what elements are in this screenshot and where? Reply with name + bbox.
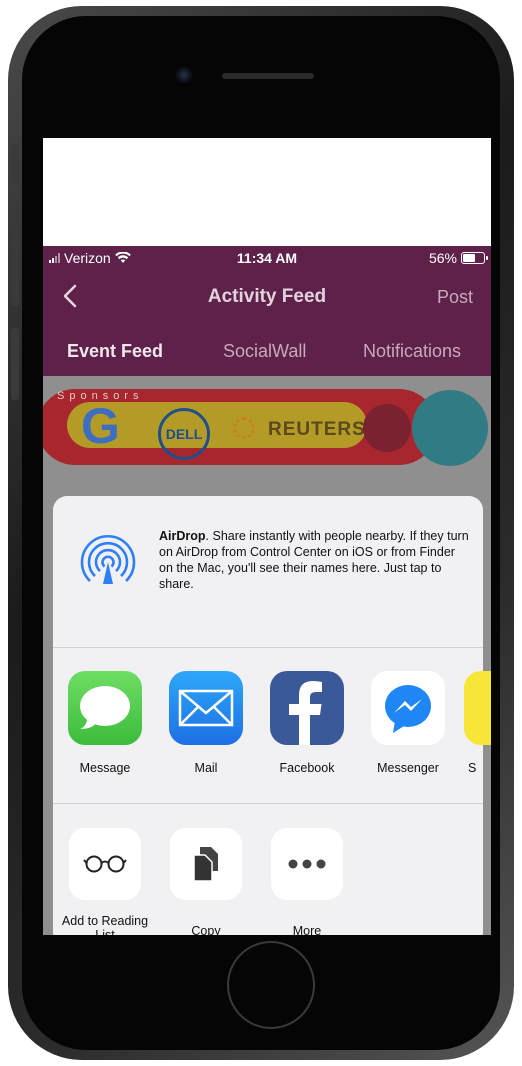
share-app-label: Mail — [194, 761, 218, 775]
airdrop-title: AirDrop — [159, 529, 206, 543]
tab-socialwall[interactable]: SocialWall — [223, 341, 306, 362]
decorative-circle-red — [363, 404, 411, 452]
status-right: 56% — [428, 250, 488, 266]
battery-icon — [461, 252, 488, 264]
tab-notifications[interactable]: Notifications — [363, 341, 461, 362]
share-sheet: AirDrop. Share instantly with people nea… — [53, 496, 491, 935]
home-button[interactable] — [227, 941, 315, 1029]
share-app-label: Messenger — [377, 761, 439, 775]
share-app-partial[interactable]: S — [464, 671, 491, 775]
share-app-mail[interactable]: Mail — [161, 671, 251, 775]
earpiece-speaker — [222, 73, 314, 79]
app-icon — [464, 671, 491, 745]
decorative-circle-teal — [412, 390, 488, 466]
post-button[interactable]: Post — [437, 287, 473, 308]
airdrop-description: AirDrop. Share instantly with people nea… — [159, 528, 469, 592]
share-app-facebook[interactable]: Facebook — [262, 671, 352, 775]
message-icon — [68, 671, 142, 745]
action-label: Copy — [191, 924, 221, 935]
sheet-divider — [53, 803, 483, 804]
messenger-icon — [371, 671, 445, 745]
battery-percent: 56% — [428, 250, 457, 266]
reuters-logo[interactable]: REUTERS — [268, 419, 366, 441]
mail-icon — [169, 671, 243, 745]
action-label: More — [292, 924, 322, 935]
share-app-messenger[interactable]: Messenger — [363, 671, 453, 775]
front-camera — [176, 67, 192, 83]
status-bar: Verizon 11:34 AM 56% — [43, 246, 491, 270]
action-add-reading-list[interactable]: Add to Reading List — [60, 828, 150, 935]
airdrop-body: . Share instantly with people nearby. If… — [159, 529, 469, 591]
dell-logo[interactable]: DELL — [158, 408, 210, 460]
facebook-icon — [270, 671, 344, 745]
glasses-icon — [69, 828, 141, 900]
status-time: 11:34 AM — [236, 250, 298, 266]
nav-bar: Activity Feed Post — [43, 270, 491, 326]
share-app-label: Facebook — [279, 761, 335, 775]
copy-icon — [170, 828, 242, 900]
volume-down-button — [11, 328, 19, 400]
reuters-mark-icon — [233, 417, 255, 439]
action-copy[interactable]: Copy — [161, 828, 251, 935]
share-app-label: Message — [79, 761, 131, 775]
action-more[interactable]: More — [262, 828, 352, 935]
phone-screen: Verizon 11:34 AM 56% Activity Feed Post … — [43, 138, 491, 935]
action-label: Add to Reading List — [61, 914, 149, 935]
tab-event-feed[interactable]: Event Feed — [67, 341, 163, 362]
battery-level — [463, 254, 476, 262]
volume-up-button — [11, 234, 19, 306]
tab-bar: Event Feed SocialWall Notifications — [43, 326, 491, 376]
more-icon — [271, 828, 343, 900]
airdrop-icon[interactable] — [77, 526, 139, 588]
page-title: Activity Feed — [207, 286, 327, 307]
mute-switch — [11, 144, 19, 184]
google-logo[interactable]: G — [81, 398, 120, 454]
share-app-message[interactable]: Message — [60, 671, 150, 775]
share-app-label: S — [468, 761, 477, 775]
sheet-divider — [53, 647, 483, 648]
